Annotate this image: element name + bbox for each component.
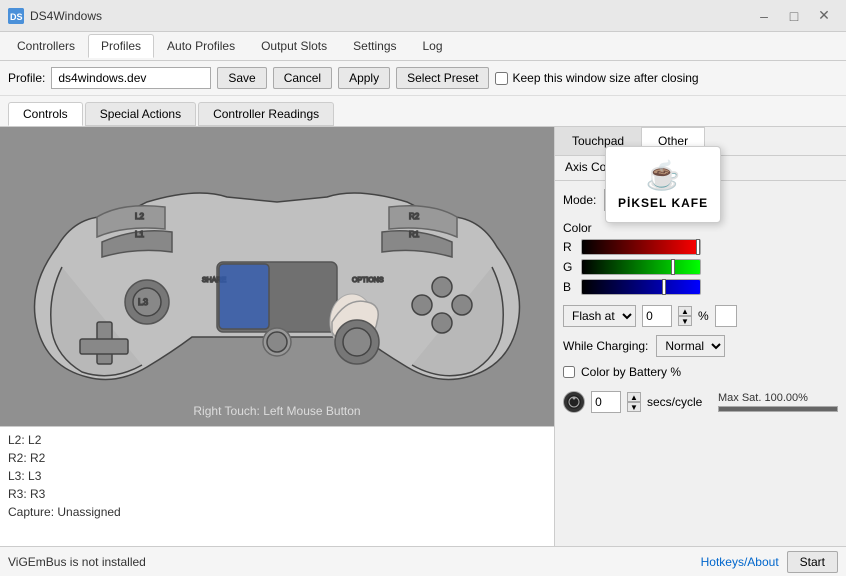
keep-window-checkbox[interactable] [495, 72, 508, 85]
profile-bar: Profile: Save Cancel Apply Select Preset… [0, 61, 846, 96]
binding-list: L2: L2 R2: R2 L3: L3 R3: R3 Capture: Una… [0, 426, 554, 546]
charging-label: While Charging: [563, 339, 648, 353]
max-sat-container: Max Sat. 100.00% [718, 392, 838, 412]
sat-bar-container [718, 406, 838, 412]
blue-slider[interactable] [581, 279, 701, 295]
profile-label: Profile: [8, 71, 45, 85]
hotkeys-link[interactable]: Hotkeys/About [701, 555, 779, 569]
controller-label: Right Touch: Left Mouse Button [193, 404, 360, 418]
start-button[interactable]: Start [787, 551, 838, 573]
svg-text:L3: L3 [138, 297, 148, 307]
app-icon: DS [8, 8, 24, 24]
sub-tab-special-actions[interactable]: Special Actions [85, 102, 196, 126]
svg-text:DS: DS [10, 12, 23, 22]
flash-row: Flash at ▲ ▼ % [563, 305, 838, 327]
red-row: R [563, 239, 838, 255]
blue-letter: B [563, 280, 575, 294]
keep-window-text: Keep this window size after closing [512, 71, 698, 85]
flash-number[interactable] [642, 305, 672, 327]
list-item: R2: R2 [8, 449, 546, 467]
secs-row: ▲ ▼ secs/cycle Max Sat. 100.00% [563, 391, 838, 413]
green-slider[interactable] [581, 259, 701, 275]
lightbar-content: Mode: No Color R G B [555, 181, 846, 546]
flash-spin-up[interactable]: ▲ [678, 306, 692, 316]
svg-text:R2: R2 [409, 212, 420, 221]
percent-label: % [698, 309, 709, 323]
green-row: G [563, 259, 838, 275]
color-label: Color [563, 221, 838, 235]
secs-spin-down[interactable]: ▼ [627, 402, 641, 412]
axis-tabs-row: Axis Cor Lightbar ☕ PİKSEL KAFE [555, 156, 846, 181]
minimize-button[interactable]: – [750, 6, 778, 26]
svg-text:R1: R1 [409, 230, 420, 239]
save-button[interactable]: Save [217, 67, 266, 89]
blue-row: B [563, 279, 838, 295]
title-bar: DS DS4Windows – □ ✕ [0, 0, 846, 32]
red-letter: R [563, 240, 575, 254]
battery-label: Color by Battery % [581, 365, 681, 379]
tab-profiles[interactable]: Profiles [88, 34, 154, 58]
controller-image-area: L3 SHARE OPTIONS L1 L2 R1 [0, 127, 554, 426]
tab-output-slots[interactable]: Output Slots [248, 34, 340, 58]
secs-icon [563, 391, 585, 413]
list-item: Capture: Unassigned [8, 503, 546, 521]
list-item: L3: L3 [8, 467, 546, 485]
tab-settings[interactable]: Settings [340, 34, 409, 58]
tooltip-popup: ☕ PİKSEL KAFE [605, 146, 721, 223]
select-preset-button[interactable]: Select Preset [396, 67, 489, 89]
tab-auto-profiles[interactable]: Auto Profiles [154, 34, 248, 58]
sub-tabs: Controls Special Actions Controller Read… [0, 96, 846, 127]
status-text: ViGEmBus is not installed [8, 555, 146, 569]
sub-tab-controls[interactable]: Controls [8, 102, 83, 126]
sub-tab-controller-readings[interactable]: Controller Readings [198, 102, 334, 126]
color-section: Color R G B [563, 221, 838, 295]
battery-row: Color by Battery % [563, 365, 838, 379]
svg-text:L1: L1 [135, 230, 144, 239]
charging-select[interactable]: Normal [656, 335, 725, 357]
list-item: R3: R3 [8, 485, 546, 503]
title-bar-left: DS DS4Windows [8, 8, 102, 24]
flash-select[interactable]: Flash at [563, 305, 636, 327]
max-sat-label: Max Sat. 100.00% [718, 392, 838, 404]
mode-label: Mode: [563, 193, 596, 207]
controller-panel: L3 SHARE OPTIONS L1 L2 R1 [0, 127, 555, 546]
svg-text:OPTIONS: OPTIONS [352, 277, 384, 284]
tooltip-icon: ☕ [646, 159, 681, 192]
close-button[interactable]: ✕ [810, 6, 838, 26]
svg-text:L2: L2 [135, 212, 144, 221]
charging-row: While Charging: Normal [563, 335, 838, 357]
battery-checkbox[interactable] [563, 366, 575, 378]
red-slider[interactable] [581, 239, 701, 255]
secs-number[interactable] [591, 391, 621, 413]
flash-preview-box [715, 305, 737, 327]
profile-input[interactable] [51, 67, 211, 89]
flash-spin-down[interactable]: ▼ [678, 316, 692, 326]
status-right: Hotkeys/About Start [701, 551, 838, 573]
secs-spin-up[interactable]: ▲ [627, 392, 641, 402]
tooltip-name: PİKSEL KAFE [618, 196, 708, 210]
menu-bar: Controllers Profiles Auto Profiles Outpu… [0, 32, 846, 61]
sat-bar [719, 407, 837, 411]
secs-spin: ▲ ▼ [627, 392, 641, 412]
keep-window-label[interactable]: Keep this window size after closing [495, 71, 698, 85]
window-controls: – □ ✕ [750, 6, 838, 26]
apply-button[interactable]: Apply [338, 67, 390, 89]
main-area: L3 SHARE OPTIONS L1 L2 R1 [0, 127, 846, 546]
green-letter: G [563, 260, 575, 274]
app-title: DS4Windows [30, 9, 102, 23]
list-item: L2: L2 [8, 431, 546, 449]
maximize-button[interactable]: □ [780, 6, 808, 26]
status-bar: ViGEmBus is not installed Hotkeys/About … [0, 546, 846, 576]
cancel-button[interactable]: Cancel [273, 67, 332, 89]
tab-log[interactable]: Log [410, 34, 456, 58]
right-panel: Touchpad Other Axis Cor Lightbar ☕ PİKSE… [555, 127, 846, 546]
secs-label: secs/cycle [647, 395, 702, 409]
tab-controllers[interactable]: Controllers [4, 34, 88, 58]
flash-spin: ▲ ▼ [678, 306, 692, 326]
controller-svg: L3 SHARE OPTIONS L1 L2 R1 [17, 157, 537, 397]
